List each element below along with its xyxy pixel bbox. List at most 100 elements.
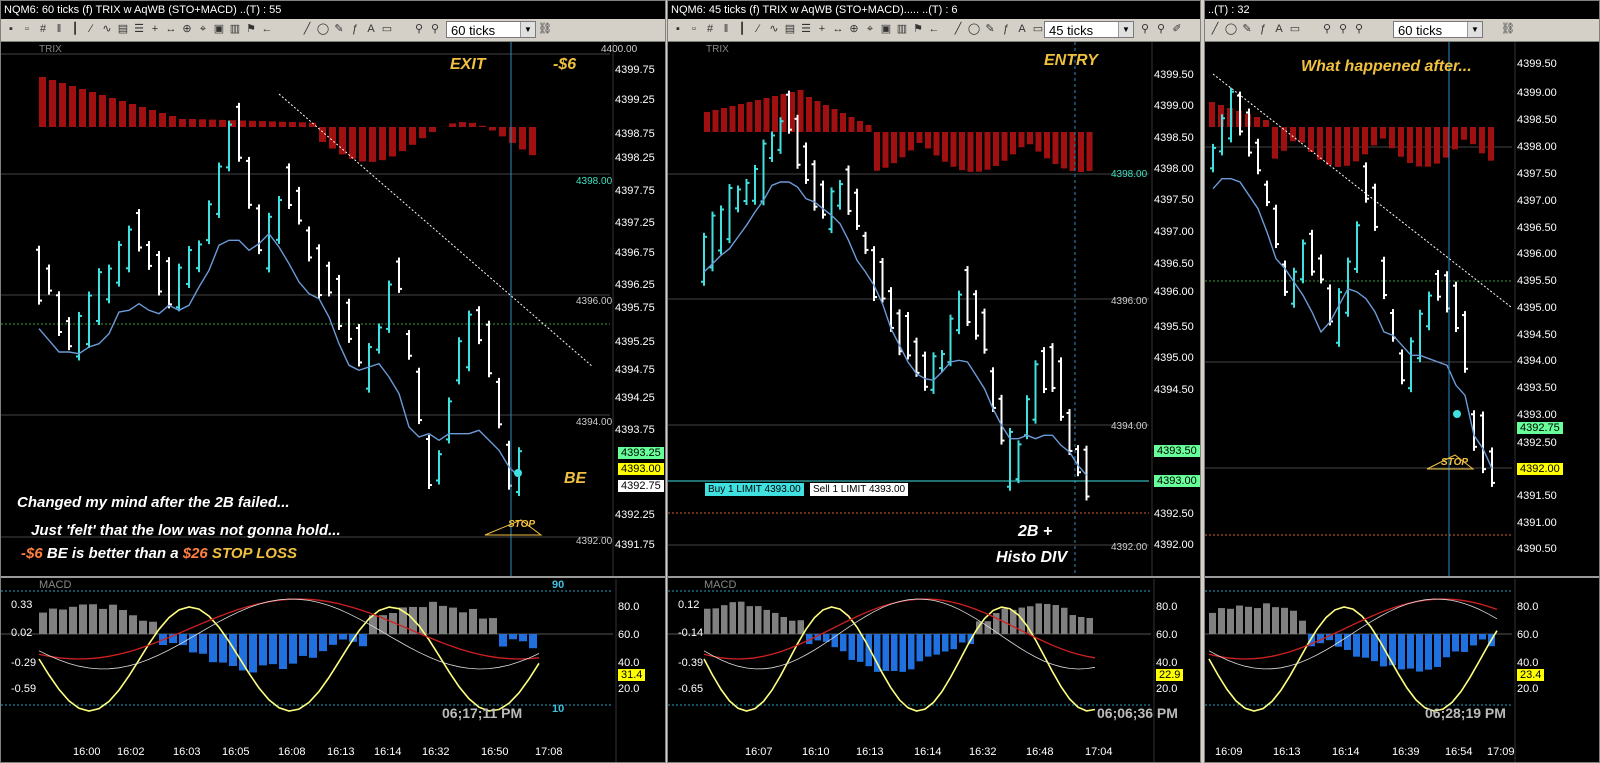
indicator-icon[interactable]: ∿ <box>100 22 114 36</box>
trix-histogram-bar <box>49 80 56 127</box>
alert-icon[interactable]: ⚑ <box>911 22 925 36</box>
price-axis-label: 4392.50 <box>1517 437 1557 449</box>
fibonacci-icon[interactable]: ƒ <box>1256 22 1270 36</box>
text-icon[interactable]: A <box>364 22 378 36</box>
draw-line-icon[interactable]: ╱ <box>951 22 965 36</box>
trix-histogram-bar <box>1344 127 1350 166</box>
template-icon[interactable]: ▤ <box>783 22 797 36</box>
pen-icon[interactable]: ✎ <box>1240 22 1254 36</box>
time-axis-label: 16:13 <box>1273 746 1301 758</box>
price-chart-pane[interactable]: TRIX 4400.00 4399.75 4399.25 4398.75 4398.2… <box>1 42 665 578</box>
macd-histogram-bar <box>229 634 237 667</box>
text-icon[interactable]: A <box>1272 22 1286 36</box>
note-loss: -$6 <box>21 545 43 562</box>
macd-histogram-bar <box>1209 612 1216 634</box>
chevron-down-icon[interactable]: ▼ <box>520 22 535 37</box>
global-crosshair-icon[interactable]: ⊕ <box>180 22 194 36</box>
candle-icon[interactable]: ┃ <box>68 22 82 36</box>
save-icon[interactable]: ▪ <box>4 22 18 36</box>
zoom-reset-icon[interactable]: ⚲ <box>1352 22 1366 36</box>
time-axis-label: 16:02 <box>117 746 145 758</box>
grid-icon[interactable]: # <box>36 22 50 36</box>
zoom-out-icon[interactable]: ⚲ <box>428 22 442 36</box>
global-crosshair-icon[interactable]: ⊕ <box>847 22 861 36</box>
ellipse-icon[interactable]: ◯ <box>316 22 330 36</box>
trix-histogram-bar <box>1299 127 1305 143</box>
snap-icon[interactable]: ⌖ <box>863 22 877 36</box>
zoom-out-icon[interactable]: ⚲ <box>1336 22 1350 36</box>
zoom-out-icon[interactable]: ⚲ <box>1154 22 1168 36</box>
price-chart-pane[interactable]: TRIX 4399.50 4399.00 4398.50 4398.00 4397.50… <box>668 42 1200 578</box>
candle-icon[interactable]: ┃ <box>735 22 749 36</box>
zoom-in-icon[interactable]: ⚲ <box>412 22 426 36</box>
fill-marker <box>1453 410 1461 418</box>
indicator-icon[interactable]: ∿ <box>767 22 781 36</box>
chart-trader-icon[interactable]: ▥ <box>228 22 242 36</box>
chart-trader-icon[interactable]: ▥ <box>895 22 909 36</box>
zoom-in-icon[interactable]: ⚲ <box>1320 22 1334 36</box>
bar-style-icon[interactable]: ‖ <box>52 22 66 36</box>
crosshair-icon[interactable]: + <box>148 22 162 36</box>
stop-label: STOP <box>1441 457 1469 468</box>
draw-line-icon[interactable]: ╱ <box>300 22 314 36</box>
crosshair-icon[interactable]: + <box>815 22 829 36</box>
stop-label: STOP <box>508 519 536 530</box>
print-icon[interactable]: ▫ <box>20 22 34 36</box>
rectangle-icon[interactable]: ▭ <box>1288 22 1302 36</box>
arrow-icon[interactable]: ← <box>927 22 941 36</box>
fibonacci-icon[interactable]: ƒ <box>348 22 362 36</box>
tick-interval-select[interactable]: 60 ticks ▼ <box>446 21 536 38</box>
buy-limit-order[interactable]: Buy 1 LIMIT 4393.00 <box>705 483 804 496</box>
pen-icon[interactable]: ✎ <box>983 22 997 36</box>
tick-interval-select[interactable]: 45 ticks ▼ <box>1044 21 1134 38</box>
macd-histogram-bar <box>721 605 728 634</box>
macd-pane[interactable]: 80.0 60.0 40.0 20.0 23.4 16:09 16:13 16:14 16:39… <box>1205 579 1599 762</box>
save-icon[interactable]: ▪ <box>671 22 685 36</box>
draw-tool-icon[interactable]: ✐ <box>1170 22 1184 36</box>
macd-pane[interactable]: MACD 0.12 -0.14 -0.39 -0.65 80.0 60.0 40.0 20.0… <box>668 579 1200 762</box>
time-axis-label: 16:13 <box>856 746 884 758</box>
print-icon[interactable]: ▫ <box>687 22 701 36</box>
text-icon[interactable]: A <box>1015 22 1029 36</box>
fibonacci-icon[interactable]: ƒ <box>999 22 1013 36</box>
trix-histogram-bar <box>289 122 296 127</box>
ellipse-icon[interactable]: ◯ <box>1224 22 1238 36</box>
zoom-in-icon[interactable]: ⚲ <box>1138 22 1152 36</box>
snap-icon[interactable]: ⌖ <box>196 22 210 36</box>
macd-label: MACD <box>39 579 72 591</box>
alert-icon[interactable]: ⚑ <box>244 22 258 36</box>
price-chart-pane[interactable]: 4399.50 4399.00 4398.50 4398.00 4397.50 4397.… <box>1205 42 1599 578</box>
properties-icon[interactable]: ☰ <box>799 22 813 36</box>
scroll-icon[interactable]: ↔ <box>831 22 845 36</box>
properties-icon[interactable]: ☰ <box>132 22 146 36</box>
arrow-icon[interactable]: ← <box>260 22 274 36</box>
macd-histogram-bar <box>1299 620 1306 634</box>
data-box-icon[interactable]: ▣ <box>879 22 893 36</box>
macd-pane[interactable]: MACD 0.33 0.02 -0.29 -0.59 80.0 60.0 40.0 20.0 9… <box>1 579 665 762</box>
price-axis-label: 4398.00 <box>1517 141 1557 153</box>
macd-histogram-bar <box>1380 634 1387 667</box>
tick-interval-select[interactable]: 60 ticks ▼ <box>1393 21 1483 38</box>
price-axis-label: 4397.00 <box>1517 195 1557 207</box>
grid-icon[interactable]: # <box>703 22 717 36</box>
link-icon[interactable]: ⛓ <box>538 22 552 36</box>
price-axis-label: 4394.75 <box>615 364 655 376</box>
pen-icon[interactable]: ✎ <box>332 22 346 36</box>
chevron-down-icon[interactable]: ▼ <box>1118 22 1133 37</box>
chevron-down-icon[interactable]: ▼ <box>1467 22 1482 37</box>
trix-histogram-bar <box>69 86 76 127</box>
rectangle-icon[interactable]: ▭ <box>1031 22 1045 36</box>
bar-style-icon[interactable]: ‖ <box>719 22 733 36</box>
ellipse-icon[interactable]: ◯ <box>967 22 981 36</box>
link-icon[interactable]: ⛓ <box>1501 22 1515 36</box>
trix-histogram-bar <box>823 105 829 132</box>
line-icon[interactable]: ∕ <box>84 22 98 36</box>
line-icon[interactable]: ∕ <box>751 22 765 36</box>
rectangle-icon[interactable]: ▭ <box>380 22 394 36</box>
scroll-icon[interactable]: ↔ <box>164 22 178 36</box>
template-icon[interactable]: ▤ <box>116 22 130 36</box>
trix-histogram-bar <box>499 127 506 137</box>
draw-line-icon[interactable]: ╱ <box>1208 22 1222 36</box>
data-box-icon[interactable]: ▣ <box>212 22 226 36</box>
sell-limit-order[interactable]: Sell 1 LIMIT 4393.00 <box>810 483 909 496</box>
